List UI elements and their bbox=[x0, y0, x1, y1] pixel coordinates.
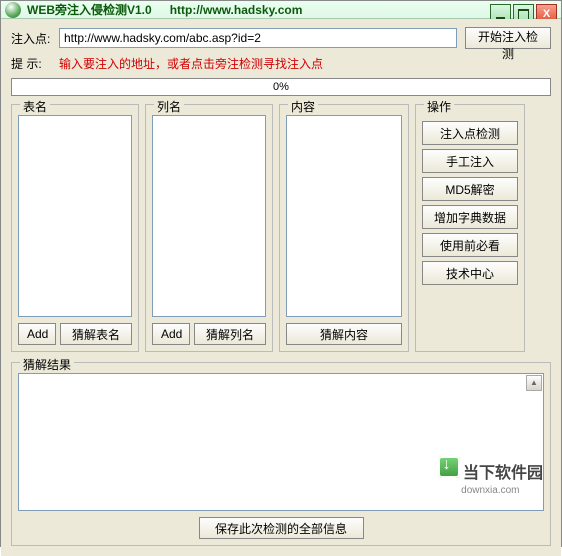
content-legend: 内容 bbox=[288, 98, 318, 115]
progress-bar: 0% bbox=[11, 78, 551, 96]
op-md5-button[interactable]: MD5解密 bbox=[422, 177, 518, 201]
result-legend: 猜解结果 bbox=[20, 356, 74, 373]
content-group: 内容 猜解内容 bbox=[279, 104, 409, 352]
start-scan-button[interactable]: 开始注入检测 bbox=[465, 27, 551, 49]
ops-group: 操作 注入点检测 手工注入 MD5解密 增加字典数据 使用前必看 技术中心 bbox=[415, 104, 525, 352]
op-tech-center-button[interactable]: 技术中心 bbox=[422, 261, 518, 285]
op-readme-button[interactable]: 使用前必看 bbox=[422, 233, 518, 257]
op-manual-inject-button[interactable]: 手工注入 bbox=[422, 149, 518, 173]
result-group: 猜解结果 保存此次检测的全部信息 bbox=[11, 362, 551, 546]
window-title: WEB旁注入侵检测V1.0 bbox=[27, 1, 152, 18]
op-inject-detect-button[interactable]: 注入点检测 bbox=[422, 121, 518, 145]
op-add-dict-button[interactable]: 增加字典数据 bbox=[422, 205, 518, 229]
app-icon bbox=[5, 2, 21, 18]
guess-content-button[interactable]: 猜解内容 bbox=[286, 323, 402, 345]
app-window: WEB旁注入侵检测V1.0 http://www.hadsky.com X 注入… bbox=[0, 0, 562, 547]
table-add-button[interactable]: Add bbox=[18, 323, 56, 345]
column-group: 列名 Add 猜解列名 bbox=[145, 104, 273, 352]
client-area: 注入点: 开始注入检测 提 示: 输入要注入的地址，或者点击旁注检测寻找注入点 … bbox=[1, 19, 561, 556]
inject-point-label: 注入点: bbox=[11, 30, 59, 47]
column-legend: 列名 bbox=[154, 98, 184, 115]
ops-legend: 操作 bbox=[424, 98, 454, 115]
content-listbox[interactable] bbox=[286, 115, 402, 317]
guess-column-button[interactable]: 猜解列名 bbox=[194, 323, 266, 345]
column-add-button[interactable]: Add bbox=[152, 323, 190, 345]
result-textbox[interactable] bbox=[18, 373, 544, 511]
column-listbox[interactable] bbox=[152, 115, 266, 317]
table-group: 表名 Add 猜解表名 bbox=[11, 104, 139, 352]
inject-url-input[interactable] bbox=[59, 28, 457, 48]
hint-text: 输入要注入的地址，或者点击旁注检测寻找注入点 bbox=[59, 55, 323, 72]
window-title-url: http://www.hadsky.com bbox=[170, 3, 303, 17]
scroll-up-icon[interactable] bbox=[526, 375, 542, 391]
save-all-button[interactable]: 保存此次检测的全部信息 bbox=[199, 517, 364, 539]
table-legend: 表名 bbox=[20, 98, 50, 115]
table-listbox[interactable] bbox=[18, 115, 132, 317]
titlebar[interactable]: WEB旁注入侵检测V1.0 http://www.hadsky.com X bbox=[1, 1, 561, 19]
hint-label: 提 示: bbox=[11, 55, 59, 72]
guess-table-button[interactable]: 猜解表名 bbox=[60, 323, 132, 345]
progress-value: 0% bbox=[273, 81, 289, 93]
